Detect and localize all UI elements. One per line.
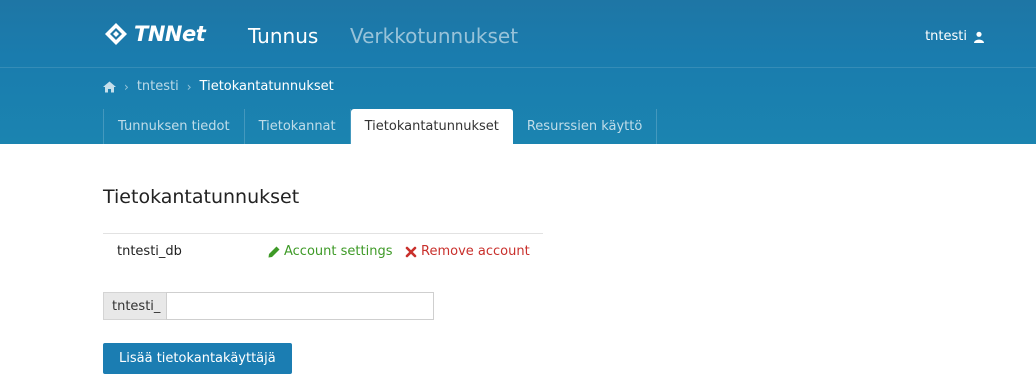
tab-resurssien-kaytto[interactable]: Resurssien käyttö — [513, 109, 658, 144]
breadcrumb-separator: › — [124, 79, 129, 94]
account-settings-link[interactable]: Account settings — [268, 244, 392, 259]
user-menu[interactable]: tntesti — [925, 29, 985, 44]
tab-tunnuksen-tiedot[interactable]: Tunnuksen tiedot — [104, 109, 245, 144]
nav-tunnus[interactable]: Tunnus — [248, 24, 318, 48]
logo[interactable]: TNNet — [104, 16, 226, 52]
page-title: Tietokantatunnukset — [103, 186, 300, 208]
tab-tietokannat[interactable]: Tietokannat — [245, 109, 351, 144]
breadcrumb-item-current: Tietokantatunnukset — [199, 79, 334, 94]
add-db-user-button[interactable]: Lisää tietokantakäyttäjä — [103, 343, 292, 374]
user-icon — [974, 31, 984, 43]
pencil-icon — [268, 246, 280, 257]
breadcrumb: › tntesti › Tietokantatunnukset — [103, 79, 334, 94]
remove-account-link[interactable]: Remove account — [405, 244, 530, 259]
logo-text: TNNet — [134, 22, 206, 46]
top-navbar: TNNet Tunnus Verkkotunnukset tntesti — [0, 0, 1036, 68]
user-name: tntesti — [925, 29, 967, 44]
table-row: tntesti_db Account settings Remove accou… — [103, 234, 543, 270]
account-prefix: tntesti_ — [103, 292, 167, 320]
account-settings-label: Account settings — [284, 244, 393, 259]
db-account-name: tntesti_db — [117, 244, 182, 259]
breadcrumb-item-user[interactable]: tntesti — [137, 79, 179, 94]
tnnet-diamond-icon — [105, 23, 127, 45]
nav-verkkotunnukset[interactable]: Verkkotunnukset — [350, 24, 518, 48]
tab-tietokantatunnukset[interactable]: Tietokantatunnukset — [350, 109, 513, 144]
remove-account-label: Remove account — [421, 244, 530, 259]
home-icon[interactable] — [103, 81, 116, 93]
tab-bar: Tunnuksen tiedot Tietokannat Tietokantat… — [103, 109, 658, 144]
breadcrumb-separator: › — [186, 79, 192, 94]
header: TNNet Tunnus Verkkotunnukset tntesti › t… — [0, 0, 1036, 144]
new-account-name-input[interactable] — [166, 292, 434, 320]
close-icon — [405, 246, 417, 257]
new-account-input-group: tntesti_ — [103, 292, 434, 320]
